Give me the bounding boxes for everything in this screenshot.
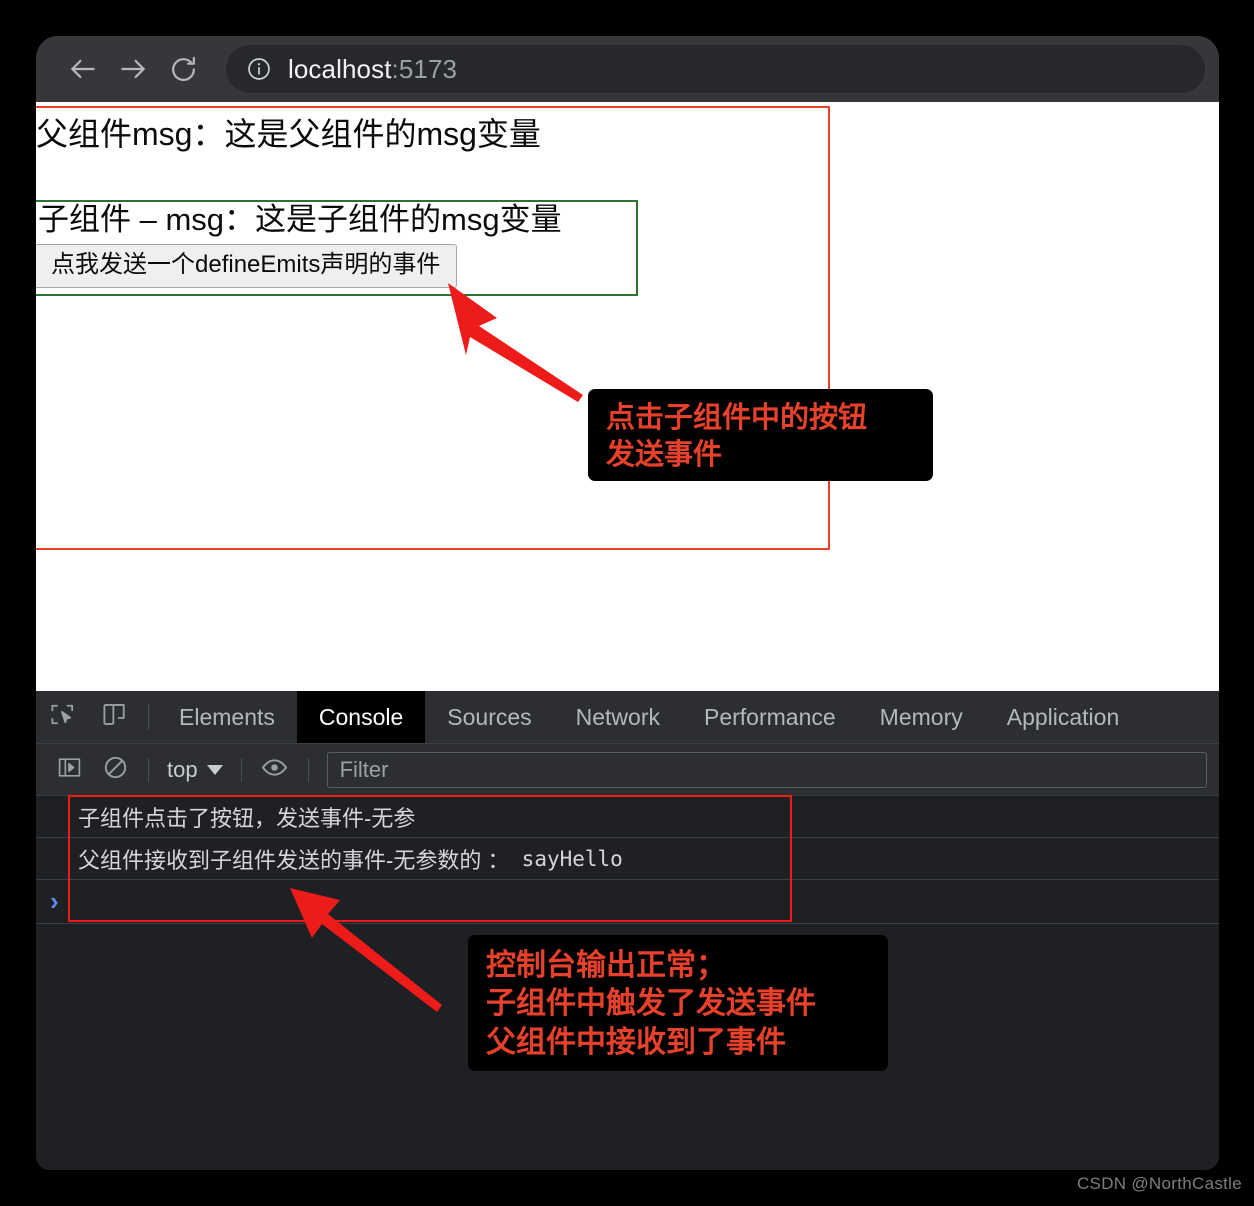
chevron-down-icon (206, 764, 223, 775)
cursor-select-icon (49, 701, 76, 733)
console-sidebar-icon (57, 755, 82, 785)
console-prompt[interactable]: › (36, 880, 1219, 924)
filterbar-divider-3 (307, 757, 309, 782)
child-component-box: 子组件 – msg：这是子组件的msg变量 点我发送一个defineEmits声… (36, 200, 638, 296)
arrow-left-icon (67, 53, 99, 85)
back-button[interactable] (58, 44, 108, 94)
tab-sources[interactable]: Sources (425, 691, 553, 743)
filterbar-divider-2 (240, 757, 242, 782)
tab-network[interactable]: Network (554, 691, 682, 743)
device-toolbar-button[interactable] (88, 691, 140, 743)
console-context-label: top (167, 756, 198, 782)
prompt-caret-icon: › (50, 886, 59, 916)
url-port: :5173 (391, 53, 458, 84)
child-msg-text: 子组件 – msg：这是子组件的msg变量 (38, 202, 562, 237)
tab-application[interactable]: Application (985, 691, 1142, 743)
console-message-row: 子组件点击了按钮，发送事件-无参 (36, 796, 1219, 838)
address-bar[interactable]: localhost:5173 (226, 45, 1205, 93)
annotation-callout-console-output: 控制台输出正常； 子组件中触发了发送事件 父组件中接收到了事件 (468, 935, 888, 1071)
live-expression-button[interactable] (252, 747, 298, 793)
screenshot-root: localhost:5173 父组件msg：这是父组件的msg变量 子组件 – … (0, 0, 1254, 1206)
reload-icon (168, 54, 199, 85)
clear-console-icon (103, 755, 128, 785)
arrow-right-icon (117, 53, 149, 85)
devtools-panel: Elements Console Sources Network Perform… (36, 691, 1219, 1170)
toolbar-divider (148, 704, 149, 730)
filterbar-divider-1 (148, 757, 149, 782)
device-toggle-icon (101, 701, 128, 733)
console-message-text: 子组件点击了按钮，发送事件-无参 (78, 805, 416, 831)
browser-toolbar: localhost:5173 (36, 36, 1219, 102)
tab-memory[interactable]: Memory (858, 691, 985, 743)
annotation-callout-click-child-button: 点击子组件中的按钮 发送事件 (588, 389, 933, 481)
address-bar-url: localhost:5173 (288, 54, 457, 85)
console-filter-bar: top Filter (36, 744, 1219, 796)
url-host: localhost (288, 53, 392, 84)
tab-console[interactable]: Console (296, 691, 426, 743)
console-context-selector[interactable]: top (159, 757, 231, 783)
console-sidebar-button[interactable] (46, 747, 92, 793)
inspect-element-button[interactable] (36, 691, 88, 743)
live-expression-eye-icon (261, 754, 288, 786)
console-message-row: 父组件接收到子组件发送的事件-无参数的 ： sayHello (36, 838, 1219, 880)
reload-button[interactable] (158, 44, 208, 94)
info-circle-icon[interactable] (246, 56, 272, 82)
tab-elements[interactable]: Elements (157, 691, 297, 743)
forward-button[interactable] (108, 44, 158, 94)
console-message-value: sayHello (521, 846, 623, 871)
parent-msg-text: 父组件msg：这是父组件的msg变量 (36, 116, 541, 152)
parent-component-box: 父组件msg：这是父组件的msg变量 子组件 – msg：这是子组件的msg变量… (36, 106, 830, 550)
emit-event-button[interactable]: 点我发送一个defineEmits声明的事件 (36, 244, 458, 288)
tab-performance[interactable]: Performance (682, 691, 858, 743)
console-message-text: 父组件接收到子组件发送的事件-无参数的 ： (78, 847, 522, 873)
clear-console-button[interactable] (92, 747, 138, 793)
watermark: CSDN @NorthCastle (1076, 1174, 1242, 1193)
devtools-tabbar: Elements Console Sources Network Perform… (36, 691, 1219, 744)
console-filter-input[interactable]: Filter (326, 751, 1207, 788)
